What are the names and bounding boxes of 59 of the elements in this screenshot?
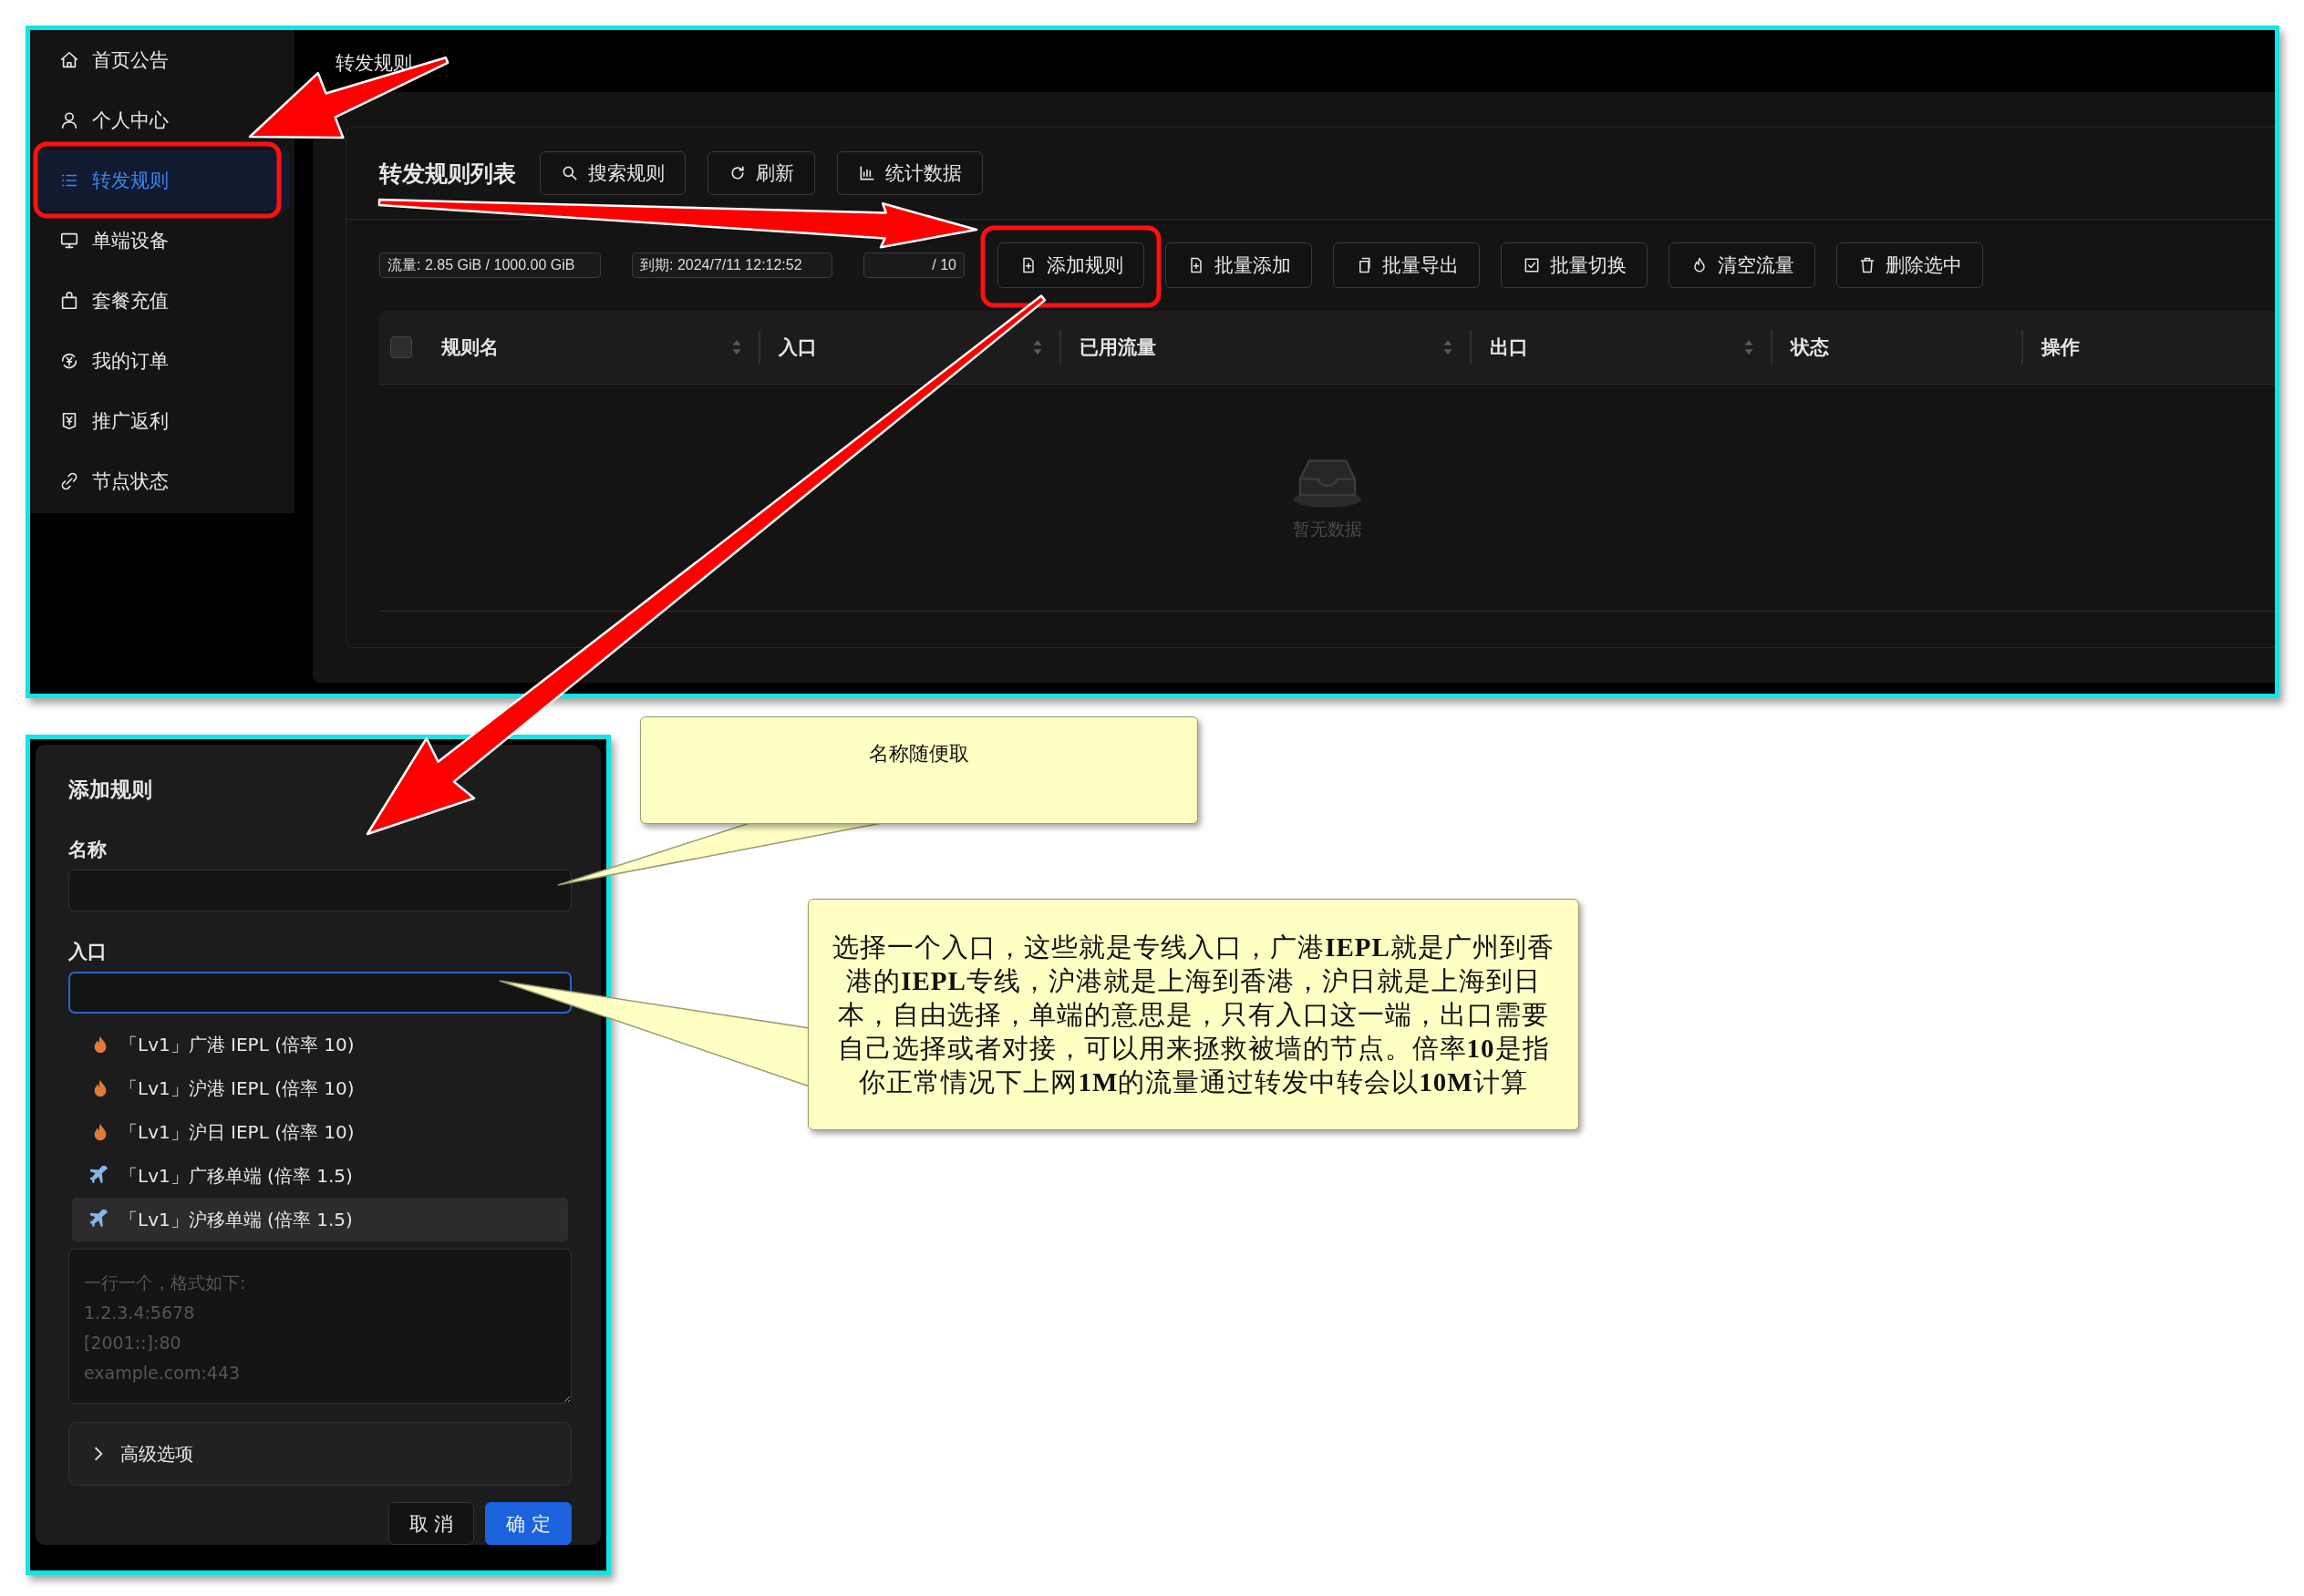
toolbar-button[interactable]: 删除选中	[1836, 242, 1983, 288]
column-header[interactable]: 出口	[1490, 335, 1754, 360]
info-tag: / 10	[863, 252, 965, 278]
card-title: 转发规则列表	[379, 159, 516, 189]
column-header[interactable]: 已用流量	[1080, 335, 1453, 360]
column-header[interactable]: 状态	[1791, 335, 2005, 360]
dropdown-option[interactable]: 「Lv1」广移单端 (倍率 1.5)	[72, 1154, 568, 1198]
sidebar-item[interactable]: 单端设备	[36, 211, 180, 271]
sort-icon[interactable]	[1032, 339, 1043, 355]
sidebar-item[interactable]: 转发规则	[36, 150, 289, 211]
user-icon	[59, 110, 79, 130]
targets-input-field[interactable]: 一行一个，格式如下: 1.2.3.4:5678 [2001::]:80 example.com:443	[68, 1249, 572, 1404]
chevron-right-icon	[93, 1446, 104, 1462]
dropdown-option[interactable]: 「Lv1」广港 IEPL (倍率 10)	[72, 1023, 568, 1066]
column-header[interactable]: 规则名	[441, 335, 742, 360]
refresh-icon	[728, 164, 747, 182]
toolbar-button[interactable]: 添加规则	[997, 242, 1144, 288]
search-icon	[561, 164, 579, 182]
yen-icon	[59, 351, 79, 371]
sidebar-item[interactable]: 个人中心	[36, 90, 180, 150]
select-all-checkbox[interactable]	[390, 336, 412, 358]
info-tag: 流量: 2.85 GiB / 1000.00 GiB	[379, 252, 601, 278]
toolbar-button[interactable]: 批量添加	[1165, 242, 1312, 288]
airplane-icon	[90, 1166, 110, 1186]
toolbar-button[interactable]: 清空流量	[1669, 242, 1815, 288]
action-button[interactable]: 统计数据	[837, 151, 983, 195]
confirm-button[interactable]: 确 定	[485, 1502, 572, 1545]
dropdown-option[interactable]: 「Lv1」沪港 IEPL (倍率 10)	[72, 1066, 568, 1110]
sort-icon[interactable]	[731, 339, 742, 355]
home-icon	[59, 50, 79, 70]
dropdown-option[interactable]: 「Lv1」沪移单端 (倍率 1.5)	[72, 1198, 568, 1241]
info-tag: 到期: 2024/7/11 12:12:52	[632, 252, 832, 278]
entry-select[interactable]	[68, 972, 572, 1014]
airplane-icon	[90, 1210, 110, 1230]
bag-icon	[59, 291, 79, 311]
toolbar-button[interactable]: 批量切换	[1501, 242, 1648, 288]
sort-icon[interactable]	[1442, 339, 1453, 355]
dialog-title: 添加规则	[68, 777, 152, 803]
action-button[interactable]: 刷新	[708, 151, 815, 195]
callout-note: 选择一个入口，这些就是专线入口，广港IEPL就是广州到香港的IEPL专线，沪港就是上海到香港，沪日就是上海到日本，自由选择，单端的意思是，只有入口这一端，出口需要自己选择或者对接，可以用来拯救被墙的节点。倍率10是指你正常情况下上网1M的流量通过转发中转会以10M计算	[808, 899, 1579, 1130]
chart-icon	[858, 164, 876, 182]
sort-icon[interactable]	[1743, 339, 1754, 355]
name-input-field[interactable]	[68, 870, 572, 911]
advanced-options-toggle[interactable]: 高级选项	[68, 1422, 572, 1486]
column-header[interactable]: 操作	[2041, 335, 2258, 360]
link-icon	[59, 471, 79, 491]
toolbar-button[interactable]: 批量导出	[1333, 242, 1480, 288]
cancel-button[interactable]: 取 消	[387, 1502, 475, 1545]
field-label: 名称	[68, 838, 107, 862]
sidebar-item[interactable]: 套餐充值	[36, 271, 180, 331]
action-button[interactable]: 搜索规则	[540, 151, 686, 195]
sidebar-item[interactable]: 我的订单	[36, 331, 180, 391]
column-header[interactable]: 入口	[779, 335, 1043, 360]
field-label: 入口	[68, 940, 107, 964]
sidebar-item[interactable]: 节点状态	[36, 451, 180, 511]
sidebar-item[interactable]: 推广返利	[36, 391, 180, 451]
monitor-icon	[59, 231, 79, 251]
dropdown-option[interactable]: 「Lv1」沪日 IEPL (倍率 10)	[72, 1110, 568, 1154]
sidebar-item[interactable]: 首页公告	[36, 30, 180, 90]
